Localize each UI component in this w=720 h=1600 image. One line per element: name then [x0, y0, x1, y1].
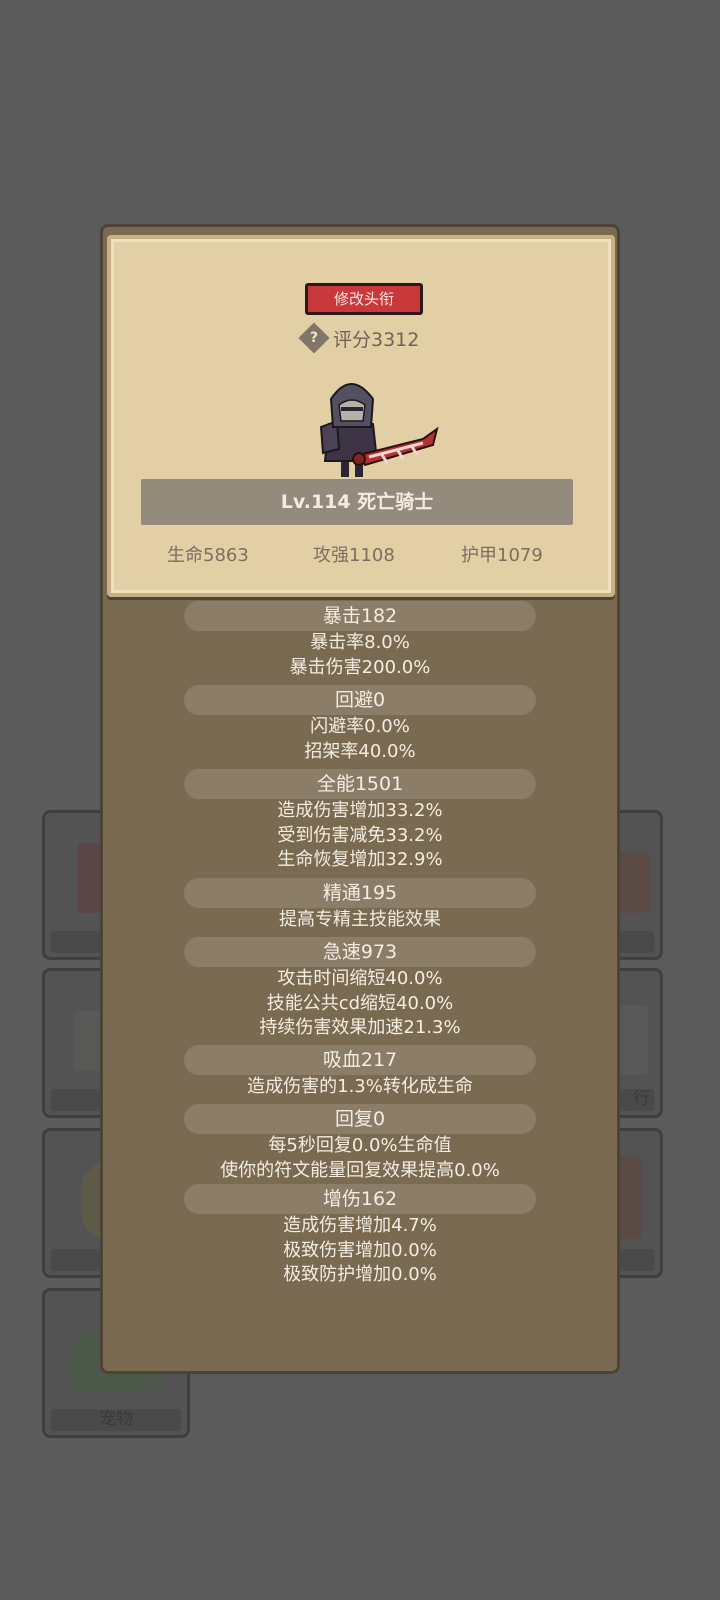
attr-crit: 暴击182 暴击率8.0% 暴击伤害200.0%	[103, 601, 617, 680]
attr-header: 回复0	[184, 1104, 536, 1134]
book-icon	[618, 1157, 642, 1239]
attr-header: 增伤162	[184, 1184, 536, 1214]
death-knight-avatar	[319, 383, 439, 477]
boots-icon	[616, 853, 650, 913]
attr-line: 造成伤害的1.3%转化成生命	[247, 1076, 473, 1097]
attr-versatility: 全能1501 造成伤害增加33.2% 受到伤害减免33.2% 生命恢复增加32.…	[103, 769, 617, 873]
attr-line: 造成伤害增加33.2%	[277, 800, 443, 821]
armor-stat: 护甲1079	[461, 545, 543, 566]
attr-damage-bonus: 增伤162 造成伤害增加4.7% 极致伤害增加0.0% 极致防护增加0.0%	[103, 1184, 617, 1288]
attr-lifesteal: 吸血217 造成伤害的1.3%转化成生命	[103, 1045, 617, 1100]
attr-header: 全能1501	[184, 769, 536, 799]
help-icon[interactable]: ?	[298, 322, 330, 354]
attr-line: 招架率40.0%	[304, 740, 416, 762]
character-card: 修改头衔 ? 评分3312 Lv.114 死亡骑士 生命5863 攻强1108 …	[107, 235, 615, 597]
attr-line: 造成伤害增加4.7%	[283, 1215, 437, 1236]
attr-line: 技能公共cd缩短40.0%	[266, 992, 454, 1014]
attr-line: 暴击伤害200.0%	[289, 656, 431, 678]
attr-line: 每5秒回复0.0%生命值	[268, 1135, 452, 1156]
attr-line: 极致防护增加0.0%	[283, 1264, 437, 1286]
attr-line: 极致伤害增加0.0%	[283, 1239, 437, 1261]
attr-header: 吸血217	[184, 1045, 536, 1075]
attack-stat: 攻强1108	[313, 545, 395, 566]
attr-header: 急速973	[184, 937, 536, 967]
score-text: 评分3312	[333, 328, 420, 351]
hp-stat: 生命5863	[167, 545, 249, 566]
attr-header: 回避0	[184, 685, 536, 715]
attr-header: 精通195	[184, 878, 536, 908]
score-row: ? 评分3312	[298, 322, 420, 354]
weapon-icon	[618, 1005, 648, 1075]
attr-line: 生命恢复增加32.9%	[277, 849, 443, 871]
pet-tab-label: 宠物	[99, 1409, 133, 1429]
attr-line: 闪避率0.0%	[310, 716, 410, 737]
attr-line: 使你的符文能量回复效果提高0.0%	[220, 1159, 500, 1181]
attr-line: 提高专精主技能效果	[279, 909, 441, 930]
edit-title-button[interactable]: 修改头衔	[305, 283, 423, 315]
character-panel: 修改头衔 ? 评分3312 Lv.114 死亡骑士 生命5863 攻强1108 …	[100, 224, 620, 1374]
attr-line: 攻击时间缩短40.0%	[277, 968, 443, 989]
attr-line: 受到伤害减免33.2%	[277, 824, 443, 846]
attr-header: 暴击182	[184, 601, 536, 631]
attr-haste: 急速973 攻击时间缩短40.0% 技能公共cd缩短40.0% 持续伤害效果加速…	[103, 937, 617, 1041]
right-tab-label: 行	[633, 1089, 650, 1109]
attr-dodge: 回避0 闪避率0.0% 招架率40.0%	[103, 685, 617, 764]
attr-mastery: 精通195 提高专精主技能效果	[103, 878, 617, 933]
attr-line: 暴击率8.0%	[310, 632, 410, 653]
hero-name-plate: Lv.114 死亡骑士	[141, 479, 573, 525]
attr-line: 持续伤害效果加速21.3%	[259, 1017, 461, 1039]
attr-regen: 回复0 每5秒回复0.0%生命值 使你的符文能量回复效果提高0.0%	[103, 1104, 617, 1183]
